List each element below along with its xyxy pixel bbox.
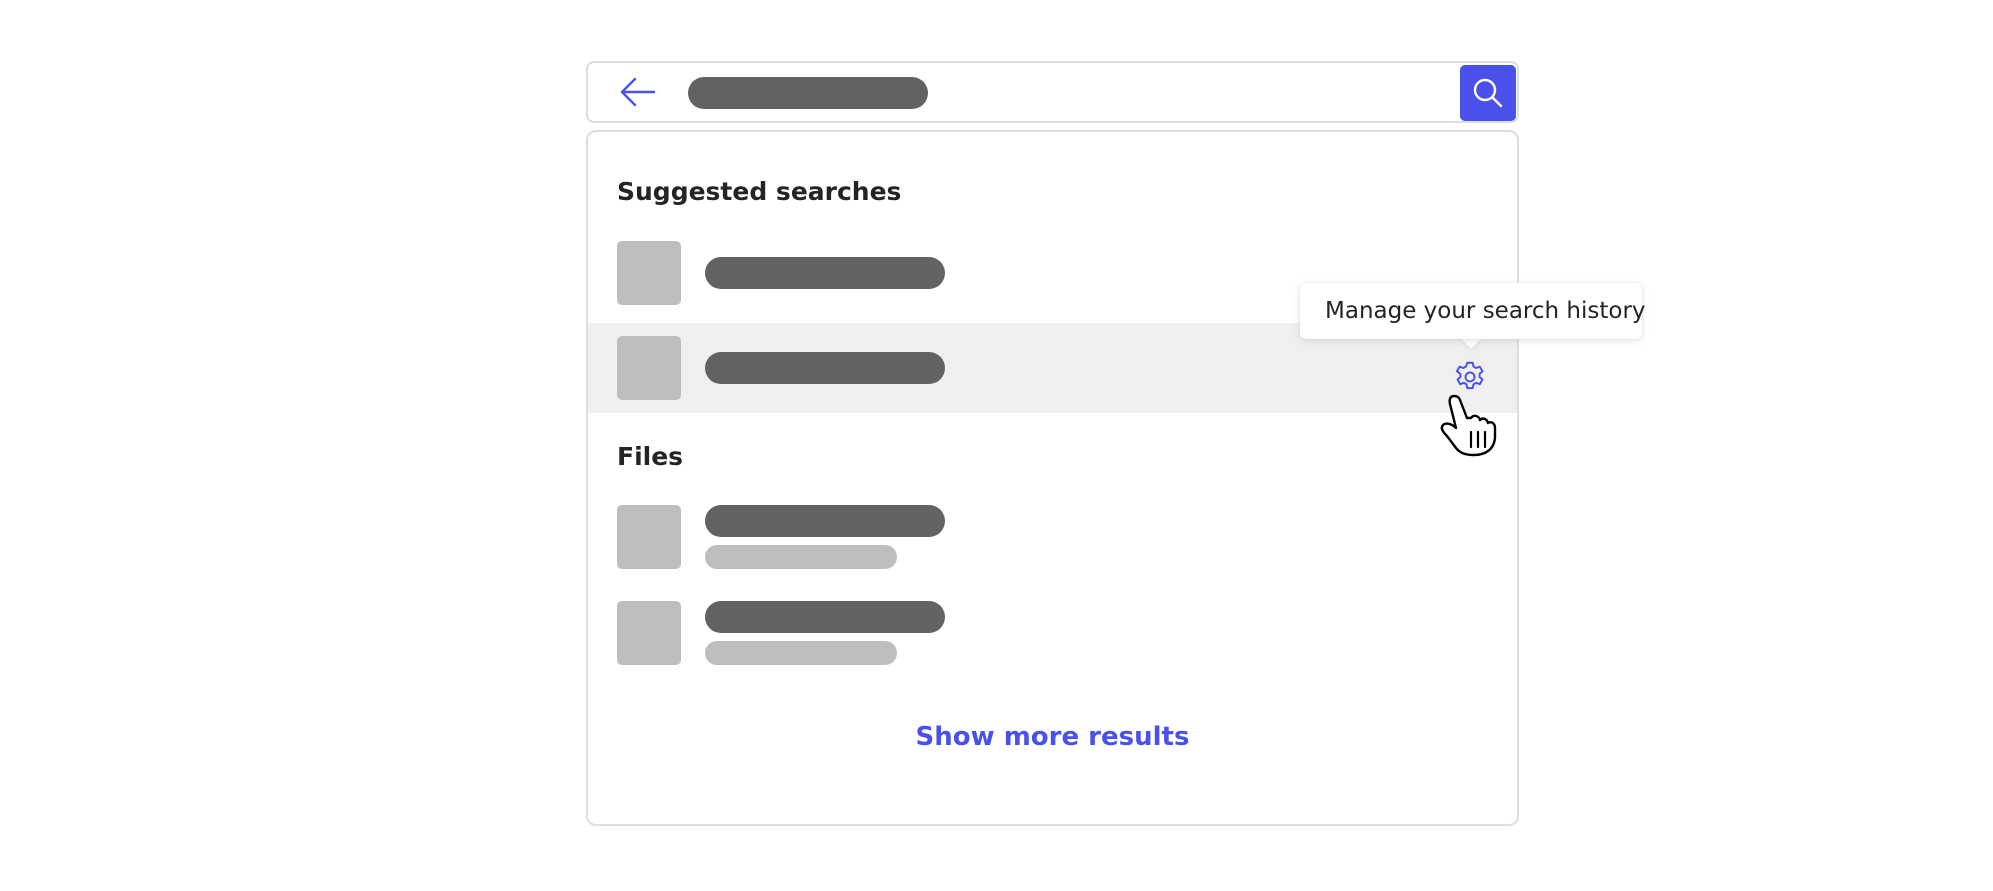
manage-history-button[interactable] [1452, 359, 1488, 395]
search-button[interactable] [1460, 65, 1516, 121]
file-subtitle-placeholder [705, 545, 897, 569]
file-item[interactable] [588, 493, 1517, 583]
file-item[interactable] [588, 589, 1517, 679]
file-title-placeholder [705, 505, 945, 537]
search-query-input[interactable] [688, 77, 928, 109]
tooltip: Manage your search history [1300, 283, 1646, 339]
file-thumbnail [617, 601, 681, 665]
suggestion-thumbnail [617, 241, 681, 305]
back-button[interactable] [618, 75, 658, 109]
search-box[interactable] [586, 61, 1519, 123]
search-icon [1473, 78, 1503, 108]
file-title-placeholder [705, 601, 945, 633]
tooltip-text: Manage your search history [1325, 298, 1646, 324]
suggested-searches-heading: Suggested searches [617, 177, 902, 206]
gear-icon [1455, 361, 1484, 390]
arrow-left-icon [620, 77, 656, 107]
suggestion-thumbnail [617, 336, 681, 400]
suggestion-title-placeholder [705, 257, 945, 289]
search-results-panel: Suggested searches Files Show more resul… [586, 130, 1519, 826]
show-more-results-link[interactable]: Show more results [588, 722, 1517, 752]
files-heading: Files [617, 442, 684, 471]
file-subtitle-placeholder [705, 641, 897, 665]
suggestion-title-placeholder [705, 352, 945, 384]
file-thumbnail [617, 505, 681, 569]
